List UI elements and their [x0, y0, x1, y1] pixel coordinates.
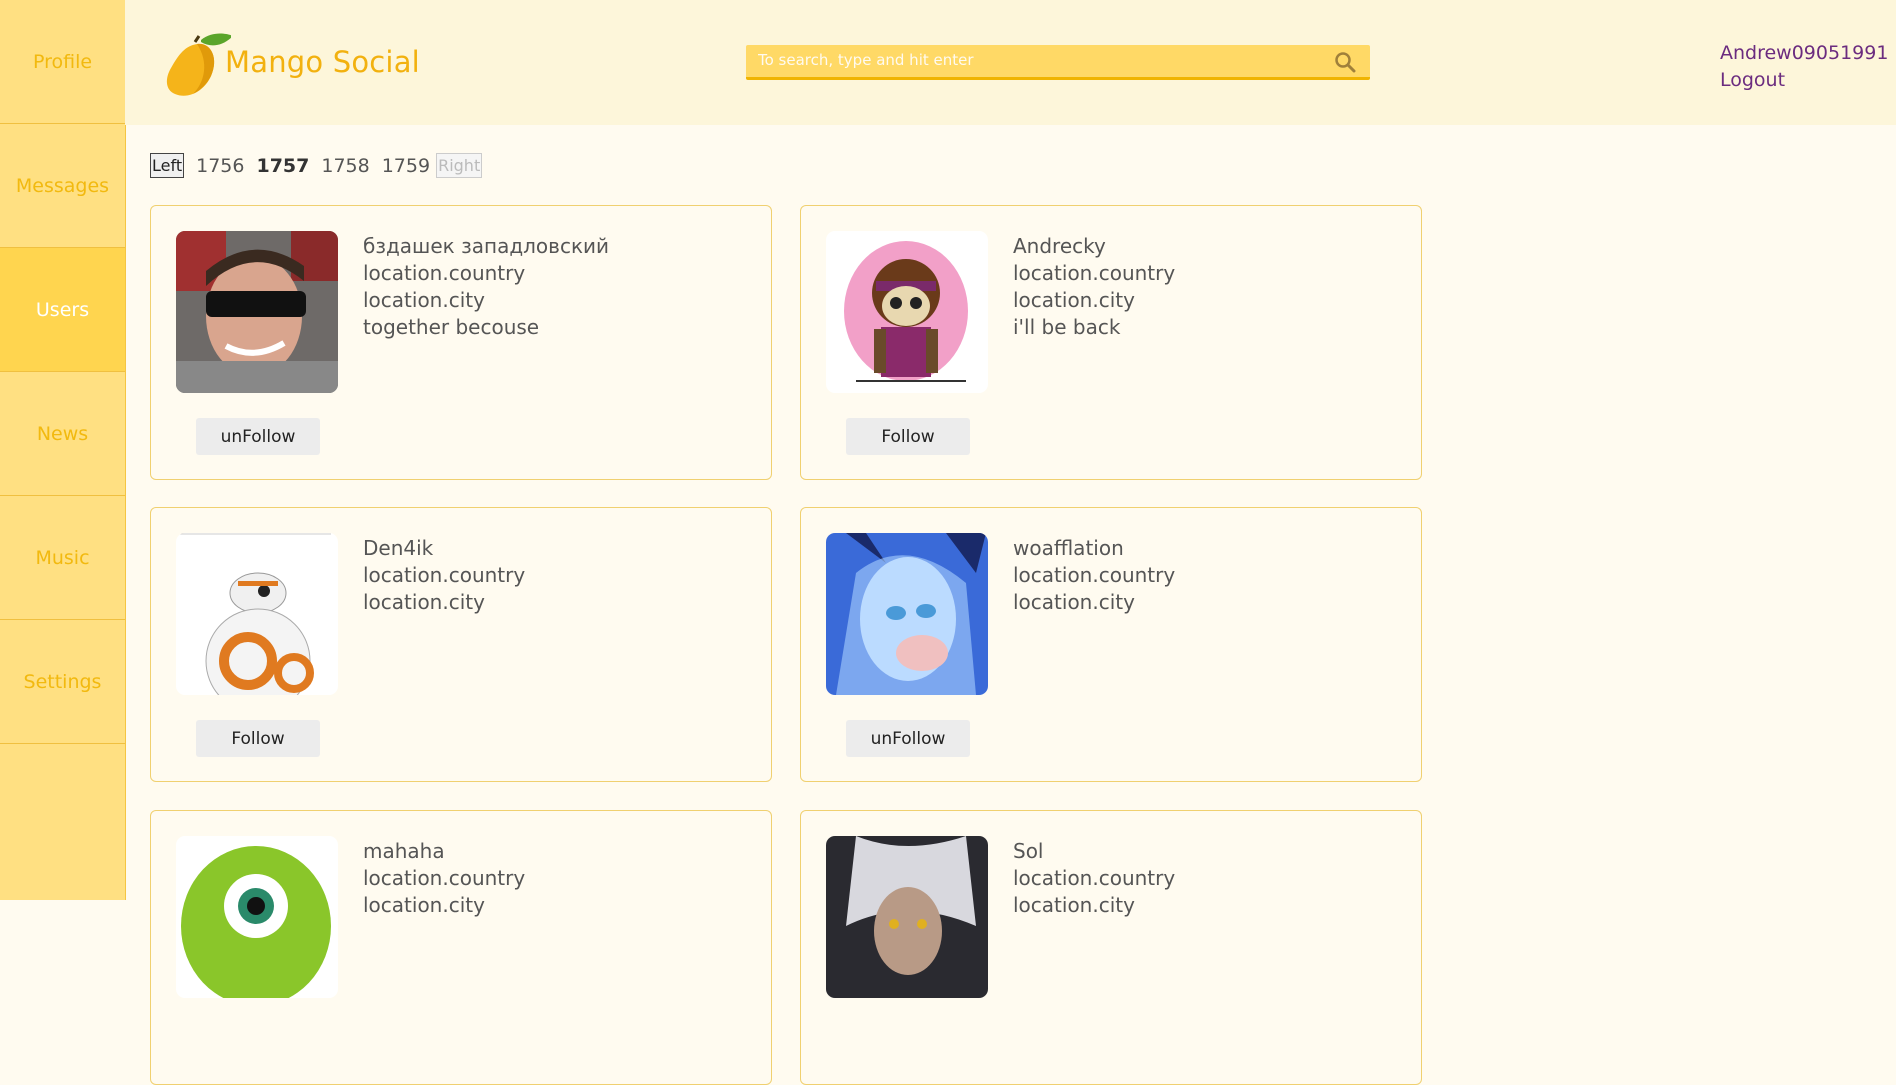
user-card: Andrecky location.country location.city … — [800, 205, 1422, 480]
sidebar-item-profile[interactable]: Profile — [0, 0, 125, 124]
pagination: Left 1756 1757 1758 1759 Right — [150, 153, 488, 178]
avatar[interactable] — [176, 836, 338, 998]
brand-title[interactable]: Mango Social — [225, 45, 420, 79]
user-name[interactable]: бздашек западловский — [363, 233, 609, 260]
unfollow-button[interactable]: unFollow — [196, 418, 320, 455]
logout-link[interactable]: Logout — [1720, 67, 1888, 94]
user-info: mahaha location.country location.city — [363, 838, 525, 919]
page-number[interactable]: 1758 — [321, 155, 369, 177]
sidebar-item-settings[interactable]: Settings — [0, 620, 125, 744]
mango-logo-icon — [166, 33, 231, 96]
sidebar-item-news[interactable]: News — [0, 372, 125, 496]
user-card: mahaha location.country location.city — [150, 810, 772, 1085]
user-card: woafflation location.country location.ci… — [800, 507, 1422, 782]
user-card: бздашек западловский location.country lo… — [150, 205, 772, 480]
user-city: location.city — [363, 590, 485, 614]
sidebar: Profile Messages Users News Music Settin… — [0, 0, 126, 900]
user-name[interactable]: Sol — [1013, 838, 1175, 865]
avatar[interactable] — [176, 533, 338, 695]
page-number[interactable]: 1759 — [382, 155, 430, 177]
user-country: location.country — [1013, 563, 1176, 587]
user-name[interactable]: woafflation — [1013, 535, 1175, 562]
user-status: i'll be back — [1013, 315, 1121, 339]
user-info: Den4ik location.country location.city — [363, 535, 525, 616]
header: Mango Social Andrew09051991 Logout — [125, 0, 1896, 125]
user-info: Sol location.country location.city — [1013, 838, 1175, 919]
user-city: location.city — [363, 288, 485, 312]
user-card: Den4ik location.country location.city Fo… — [150, 507, 772, 782]
page-left-button[interactable]: Left — [150, 153, 185, 178]
user-card: Sol location.country location.city — [800, 810, 1422, 1085]
user-name[interactable]: mahaha — [363, 838, 525, 865]
search-bar — [746, 45, 1370, 80]
user-city: location.city — [1013, 590, 1135, 614]
user-name[interactable]: Den4ik — [363, 535, 525, 562]
user-country: location.country — [363, 866, 526, 890]
search-icon[interactable] — [1334, 51, 1356, 73]
user-status: together becouse — [363, 315, 540, 339]
user-city: location.city — [363, 893, 485, 917]
avatar[interactable] — [826, 231, 988, 393]
follow-button[interactable]: Follow — [196, 720, 320, 757]
sidebar-item-music[interactable]: Music — [0, 496, 125, 620]
follow-button[interactable]: Follow — [846, 418, 970, 455]
avatar[interactable] — [176, 231, 338, 393]
user-info: Andrecky location.country location.city … — [1013, 233, 1175, 341]
search-input[interactable] — [746, 45, 1330, 75]
user-info: woafflation location.country location.ci… — [1013, 535, 1175, 616]
page-right-button[interactable]: Right — [436, 153, 483, 178]
page-number[interactable]: 1756 — [196, 155, 244, 177]
user-country: location.country — [1013, 261, 1176, 285]
user-city: location.city — [1013, 288, 1135, 312]
sidebar-item-messages[interactable]: Messages — [0, 124, 125, 248]
user-info: бздашек западловский location.country lo… — [363, 233, 609, 341]
page-number-current[interactable]: 1757 — [256, 155, 309, 177]
unfollow-button[interactable]: unFollow — [846, 720, 970, 757]
user-name[interactable]: Andrecky — [1013, 233, 1175, 260]
user-city: location.city — [1013, 893, 1135, 917]
username-link[interactable]: Andrew09051991 — [1720, 40, 1888, 67]
user-country: location.country — [363, 261, 526, 285]
avatar[interactable] — [826, 533, 988, 695]
sidebar-item-users[interactable]: Users — [0, 248, 125, 372]
user-country: location.country — [1013, 866, 1176, 890]
avatar[interactable] — [826, 836, 988, 998]
user-menu: Andrew09051991 Logout — [1720, 40, 1888, 94]
user-country: location.country — [363, 563, 526, 587]
